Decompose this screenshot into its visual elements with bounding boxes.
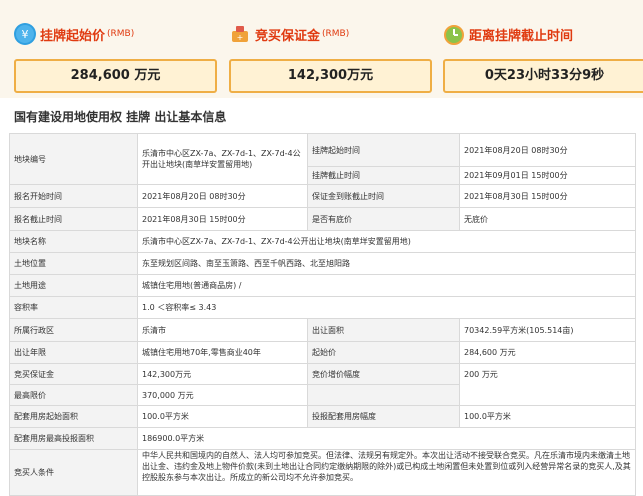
countdown-header: 距离挂牌截止时间 <box>443 22 573 46</box>
table-row: 竞买人条件 中华人民共和国境内的自然人、法人均可参加竞买。但法律、法规另有规定外… <box>9 449 636 496</box>
district-label: 所属行政区 <box>9 318 138 342</box>
start-price-label: 起始价 <box>307 341 460 364</box>
table-row: 所属行政区 乐清市 出让面积 70342.59平方米(105.514亩) <box>9 318 636 342</box>
term-label: 出让年限 <box>9 341 138 364</box>
deposit-unit-tag: (RMB) <box>322 29 350 39</box>
conditions-value: 中华人民共和国境内的自然人、法人均可参加竞买。但法律、法规另有规定外。本次出让活… <box>137 449 636 496</box>
deposit-box: + 竞买保证金 (RMB) 142,300万元 <box>229 0 434 98</box>
table-row: 地块名称 乐清市中心区ZX-7a、ZX-7d-1、ZX-7d-4公开出让地块(南… <box>9 230 636 253</box>
section-title: 国有建设用地使用权 挂牌 出让基本信息 <box>14 110 227 124</box>
parcel-name-label: 地块名称 <box>9 230 138 253</box>
deposit-value: 142,300万元 <box>229 59 432 93</box>
start-price-title: 挂牌起始价 <box>40 28 106 44</box>
conditions-label: 竞买人条件 <box>9 449 138 496</box>
location-value: 东至规划区间路、南至玉箫路、西至千帆西路、北至旭阳路 <box>137 252 636 275</box>
reg-end-label: 报名截止时间 <box>9 207 138 231</box>
start-price-value: 284,600 万元 <box>14 59 217 93</box>
use-value: 城镇住宅用地(普通商品房) / <box>137 274 636 297</box>
table-row: 竞买保证金 142,300万元 竞价增价幅度 200 万元 <box>9 363 636 406</box>
table-row: 地块编号 乐清市中心区ZX-7a、ZX-7d-1、ZX-7d-4公开出让地块(南… <box>9 133 636 185</box>
listing-start-label: 挂牌起始时间 <box>307 133 460 167</box>
listing-start-value: 2021年08月20日 08时30分 <box>459 133 636 167</box>
table-row: 配套用房最高投报面积 186900.0平方米 <box>9 427 636 450</box>
increment-label: 竞价增价幅度 <box>307 363 460 385</box>
parcel-no-value: 乐清市中心区ZX-7a、ZX-7d-1、ZX-7d-4公开出让地块(南草垟安置留… <box>137 133 308 185</box>
area-value: 70342.59平方米(105.514亩) <box>459 318 636 342</box>
deposit-detail-value: 142,300万元 <box>137 363 308 385</box>
countdown-title: 距离挂牌截止时间 <box>469 28 574 44</box>
reserve-value: 无底价 <box>459 207 636 231</box>
housing-increment-value: 100.0平方米 <box>459 405 636 428</box>
clock-icon <box>443 23 465 45</box>
deposit-icon: + <box>229 23 251 45</box>
housing-max-value: 186900.0平方米 <box>137 427 636 450</box>
max-price-label: 最高限价 <box>9 384 138 406</box>
blank-cell <box>307 384 460 406</box>
money-icon: ¥ <box>14 23 36 45</box>
table-row: 容积率 1.0 ＜容积率≤ 3.43 <box>9 296 636 319</box>
deposit-deadline-label: 保证金到账截止时间 <box>307 184 460 208</box>
info-table: 地块编号 乐清市中心区ZX-7a、ZX-7d-1、ZX-7d-4公开出让地块(南… <box>9 133 636 496</box>
start-price-header: ¥ 挂牌起始价 (RMB) <box>14 22 134 46</box>
location-label: 土地位置 <box>9 252 138 275</box>
table-row: 土地用途 城镇住宅用地(普通商品房) / <box>9 274 636 297</box>
svg-text:¥: ¥ <box>22 28 29 41</box>
housing-start-label: 配套用房起始面积 <box>9 405 138 428</box>
far-label: 容积率 <box>9 296 138 319</box>
reserve-label: 是否有底价 <box>307 207 460 231</box>
deposit-header: + 竞买保证金 (RMB) <box>229 22 349 46</box>
term-value: 城镇住宅用地70年,零售商业40年 <box>137 341 308 364</box>
table-row: 配套用房起始面积 100.0平方米 投报配套用房幅度 100.0平方米 <box>9 405 636 428</box>
svg-text:+: + <box>237 33 244 42</box>
area-label: 出让面积 <box>307 318 460 342</box>
reg-start-value: 2021年08月20日 08时30分 <box>137 184 308 208</box>
district-value: 乐清市 <box>137 318 308 342</box>
start-price-box: ¥ 挂牌起始价 (RMB) 284,600 万元 <box>14 0 219 98</box>
housing-increment-label: 投报配套用房幅度 <box>307 405 460 428</box>
housing-start-value: 100.0平方米 <box>137 405 308 428</box>
table-row: 出让年限 城镇住宅用地70年,零售商业40年 起始价 284,600 万元 <box>9 341 636 364</box>
deposit-label: 竞买保证金 <box>9 363 138 385</box>
start-price-detail-value: 284,600 万元 <box>459 341 636 364</box>
table-row: 土地位置 东至规划区间路、南至玉箫路、西至千帆西路、北至旭阳路 <box>9 252 636 275</box>
summary-bar: ¥ 挂牌起始价 (RMB) 284,600 万元 + 竞买保证金 (RMB) 1… <box>0 0 643 98</box>
reg-end-value: 2021年08月30日 15时00分 <box>137 207 308 231</box>
reg-start-label: 报名开始时间 <box>9 184 138 208</box>
listing-end-label: 挂牌截止时间 <box>307 166 460 185</box>
increment-value: 200 万元 <box>459 363 636 406</box>
countdown-box: 距离挂牌截止时间 0天23小时33分9秒 <box>443 0 643 98</box>
table-row: 报名开始时间 2021年08月20日 08时30分 保证金到账截止时间 2021… <box>9 184 636 208</box>
max-price-value: 370,000 万元 <box>137 384 308 406</box>
parcel-name-value: 乐清市中心区ZX-7a、ZX-7d-1、ZX-7d-4公开出让地块(南草垟安置留… <box>137 230 636 253</box>
table-row: 报名截止时间 2021年08月30日 15时00分 是否有底价 无底价 <box>9 207 636 231</box>
start-price-unit-tag: (RMB) <box>107 29 135 39</box>
use-label: 土地用途 <box>9 274 138 297</box>
far-value: 1.0 ＜容积率≤ 3.43 <box>137 296 636 319</box>
deposit-title: 竞买保证金 <box>255 28 321 44</box>
deposit-deadline-value: 2021年08月30日 15时00分 <box>459 184 636 208</box>
parcel-no-label: 地块编号 <box>9 133 138 185</box>
countdown-value: 0天23小时33分9秒 <box>443 59 643 93</box>
housing-max-label: 配套用房最高投报面积 <box>9 427 138 450</box>
listing-end-value: 2021年09月01日 15时00分 <box>459 166 636 185</box>
